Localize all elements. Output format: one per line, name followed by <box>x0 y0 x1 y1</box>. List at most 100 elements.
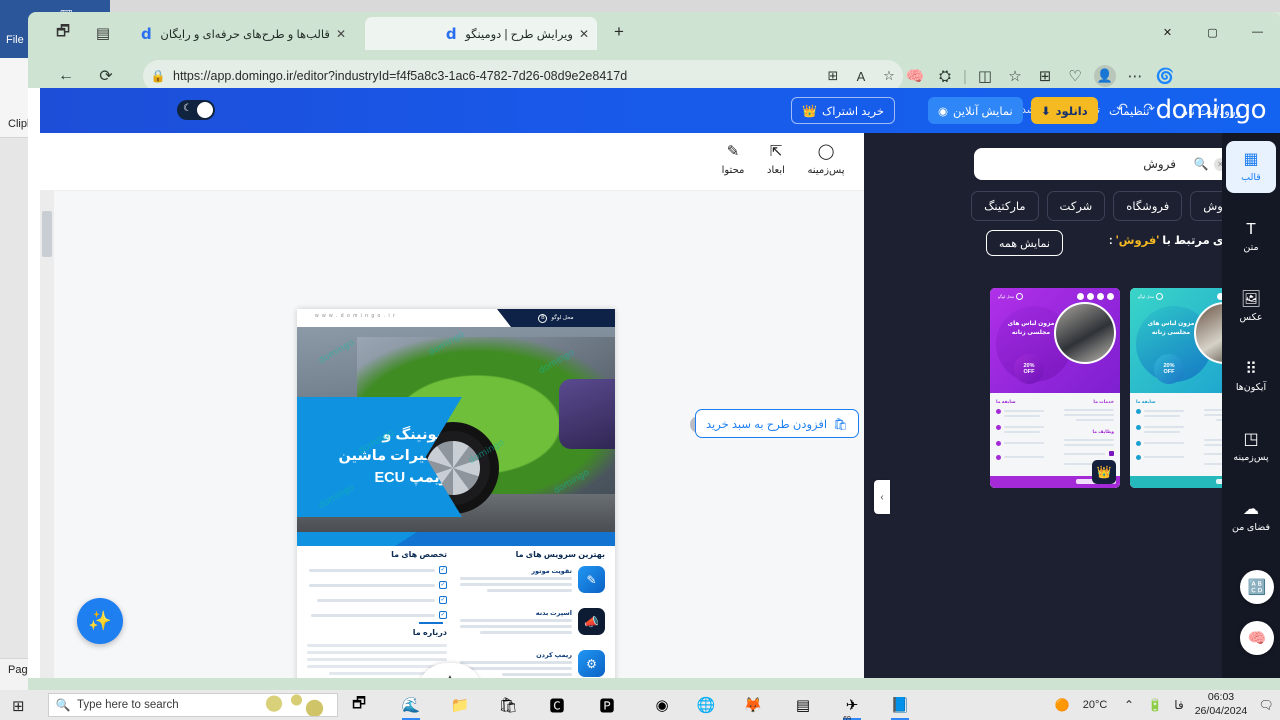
design-stage[interactable]: i 🛍 افزودن طرح به سبد خرید w w w . d o m… <box>40 191 864 678</box>
p-app-icon[interactable]: 🅿 <box>595 693 619 717</box>
chevron-up-icon[interactable]: ⌃ <box>1116 698 1142 712</box>
rail-label: متن <box>1243 242 1259 253</box>
flyer-website: w w w . d o m i n g o . i r <box>315 313 396 319</box>
profile-avatar[interactable]: 👤 <box>1090 61 1120 91</box>
show-all-button[interactable]: نمایش همه <box>986 230 1063 256</box>
sun-icon[interactable]: 🟠 <box>1050 698 1074 712</box>
preview-label: نمایش آنلاین <box>953 105 1013 118</box>
login-register-link[interactable]: ورود/ثبت نام <box>1181 104 1241 118</box>
chip-marketing[interactable]: مارکتینگ <box>971 191 1039 221</box>
rail-label: پس‌زمینه <box>1233 452 1269 463</box>
rail-item-template[interactable]: ▦ قالب <box>1226 141 1276 193</box>
split-screen-icon[interactable]: ◫ <box>970 61 1000 91</box>
favorites-icon[interactable]: ☆ <box>1000 61 1030 91</box>
language-icon[interactable]: فا <box>1168 698 1190 712</box>
twitter-icon <box>1097 293 1104 300</box>
dark-mode-toggle[interactable]: ☾ <box>177 100 215 120</box>
translate-icon[interactable]: 🔠 <box>1240 570 1274 604</box>
rail-item-icons[interactable]: ⠿ آیکون‌ها <box>1226 351 1276 403</box>
file-explorer-icon[interactable]: 📁 <box>448 693 472 717</box>
chip-shop[interactable]: فروشگاه <box>1113 191 1183 221</box>
extensions-icon[interactable]: ⛭ <box>930 61 960 91</box>
chrome-icon[interactable]: ◉ <box>650 693 674 717</box>
browser-essentials-icon[interactable]: ♡ <box>1060 61 1090 91</box>
close-icon[interactable]: ✕ <box>336 27 346 41</box>
new-tab-button[interactable]: + <box>614 22 624 42</box>
notification-icon[interactable]: 🗨 <box>1252 698 1280 712</box>
settings-more-icon[interactable]: ⋯ <box>1120 61 1150 91</box>
tool-background[interactable]: ◯ پس‌زمینه <box>800 142 852 176</box>
panel-toggle-handle[interactable]: › <box>874 480 890 514</box>
vertical-ruler <box>40 191 54 678</box>
download-icon: ⬇ <box>1041 105 1051 118</box>
search-icon[interactable]: 🔍 <box>1188 157 1214 171</box>
taskbar-clock[interactable]: 06:03 26/04/2024 <box>1190 691 1252 718</box>
word-icon[interactable]: 📘 <box>888 693 912 720</box>
weather-temp[interactable]: 20°C <box>1074 699 1116 711</box>
card-title-line-1: مزون لباس های <box>1007 321 1055 327</box>
settings-link[interactable]: تنظیمات <box>1109 104 1150 118</box>
rail-item-image[interactable]: 🖼 عکس <box>1226 281 1276 333</box>
system-tray: 🟠 20°C ⌃ 🔋 فا 06:03 26/04/2024 🗨 <box>1050 690 1280 720</box>
collections-icon[interactable]: ⊞ <box>1030 61 1060 91</box>
card-heading-history: سابقه ما <box>1136 399 1156 404</box>
minimize-button[interactable]: — <box>1235 12 1280 52</box>
rail-item-text[interactable]: T متن <box>1226 211 1276 263</box>
card-title: مزون لباس های مجلسی زنانه <box>1140 320 1202 338</box>
ie-icon[interactable]: 🌐 <box>694 693 718 717</box>
gear-icon: ⚙ <box>578 650 605 677</box>
flyer-design[interactable]: w w w . d o m i n g o . i r محل لوگو B ت… <box>297 309 615 678</box>
chip-company[interactable]: شرکت <box>1046 191 1106 221</box>
taskbar-search[interactable]: 🔍 Type here to search <box>48 693 338 717</box>
tuning-icon: ✎ <box>578 566 605 593</box>
related-keyword: 'فروش' <box>1115 235 1160 247</box>
rail-item-myspace[interactable]: ☁ فضای من <box>1226 491 1276 543</box>
copilot-sidebar-icon[interactable]: 🌀 <box>1150 61 1180 91</box>
task-view-icon[interactable]: 🗗 <box>347 693 371 717</box>
download-button[interactable]: دانلود ⬇ <box>1031 97 1098 124</box>
edge-icon[interactable]: 🌊 <box>399 693 423 720</box>
ai-brain-icon[interactable]: 🧠 <box>1240 621 1274 655</box>
search-placeholder: Type here to search <box>77 699 179 711</box>
split-screen-icon[interactable]: ▤ <box>92 22 114 44</box>
magic-wand-button[interactable]: ✨ <box>77 598 123 644</box>
microsoft-store-icon[interactable]: 🛍 <box>496 693 520 717</box>
battery-icon[interactable]: 🔋 <box>1142 698 1168 712</box>
app-header: domingo تغییرات ذخیره شد ↶ ↷ ورود/ثبت نا… <box>40 88 1280 133</box>
toggle-knob <box>197 102 213 118</box>
crown-icon[interactable]: 👑 <box>1092 460 1116 484</box>
browser-tab-editor[interactable]: ✕ ویرایش طرح | دومینگو d <box>365 17 597 50</box>
green-app-icon[interactable]: ▤ <box>791 693 815 717</box>
search-bar[interactable]: ▽ ✕ 🔍 فروش <box>974 148 1262 180</box>
background-icon: ◳ <box>1243 431 1259 448</box>
rail-item-background[interactable]: ◳ پس‌زمینه <box>1226 421 1276 473</box>
word-file-tab[interactable]: File <box>6 34 24 46</box>
copilot-icon[interactable]: 🧠 <box>900 61 930 91</box>
read-aloud-icon[interactable]: A <box>847 69 875 84</box>
clock-date: 26/04/2024 <box>1194 705 1248 717</box>
add-to-cart-button[interactable]: 🛍 افزودن طرح به سبد خرید <box>695 409 859 438</box>
online-preview-button[interactable]: نمایش آنلاین ◉ <box>928 97 1023 124</box>
close-button[interactable]: ✕ <box>1145 12 1190 52</box>
template-card[interactable]: محل لوگو مزون لباس های مجلسی زنانه 20% O… <box>990 288 1120 488</box>
back-button[interactable]: ← <box>52 62 80 90</box>
c-app-icon[interactable]: 🅲 <box>545 693 569 717</box>
eye-icon: ◉ <box>938 105 949 118</box>
service-title: تقویت موتور <box>531 568 572 575</box>
tab-actions-icon[interactable]: 🗗 <box>52 22 74 44</box>
favorite-icon[interactable]: ☆ <box>875 68 903 84</box>
tool-content[interactable]: ✎ محتوا <box>707 142 759 176</box>
windows-start-icon[interactable]: ⊞ <box>12 697 25 715</box>
logo-placeholder-label: محل لوگو <box>551 315 574 321</box>
browser-tab-templates[interactable]: ✕ قالب‌ها و طرح‌های حرفه‌ای و رایگان d <box>128 17 354 50</box>
maximize-button[interactable]: ▢ <box>1190 12 1235 52</box>
split-tab-icon[interactable]: ⊞ <box>819 68 847 84</box>
close-icon[interactable]: ✕ <box>579 27 589 41</box>
refresh-button[interactable]: ⟳ <box>92 62 120 90</box>
firefox-icon[interactable]: 🦊 <box>741 693 765 717</box>
search-input[interactable]: فروش <box>974 157 1188 171</box>
shopping-bag-icon: 🛍 <box>833 418 848 431</box>
domingo-favicon: d <box>141 24 152 43</box>
buy-subscription-button[interactable]: خرید اشتراک 👑 <box>791 97 895 124</box>
facebook-icon <box>1107 293 1114 300</box>
